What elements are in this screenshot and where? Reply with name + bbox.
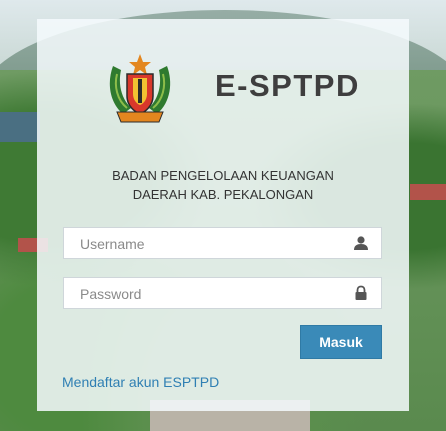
- password-field[interactable]: [63, 277, 382, 310]
- lock-icon: [355, 285, 367, 300]
- app-title: E-SPTPD: [215, 68, 360, 103]
- login-card: E-SPTPD BADAN PENGELOLAAN KEUANGAN DAERA…: [37, 19, 409, 411]
- user-icon: [354, 236, 368, 250]
- background-roof: [410, 184, 446, 200]
- register-link[interactable]: Mendaftar akun ESPTPD: [62, 374, 219, 390]
- background-building: [0, 112, 40, 142]
- organization-name: BADAN PENGELOLAAN KEUANGAN DAERAH KAB. P…: [37, 166, 409, 204]
- login-button[interactable]: Masuk: [300, 325, 382, 359]
- password-input[interactable]: [78, 278, 342, 310]
- username-input[interactable]: [78, 228, 342, 260]
- organization-line-2: DAERAH KAB. PEKALONGAN: [132, 187, 314, 202]
- organization-line-1: BADAN PENGELOLAAN KEUANGAN: [112, 168, 334, 183]
- username-field[interactable]: [63, 227, 382, 260]
- pekalongan-emblem-logo: [109, 54, 171, 123]
